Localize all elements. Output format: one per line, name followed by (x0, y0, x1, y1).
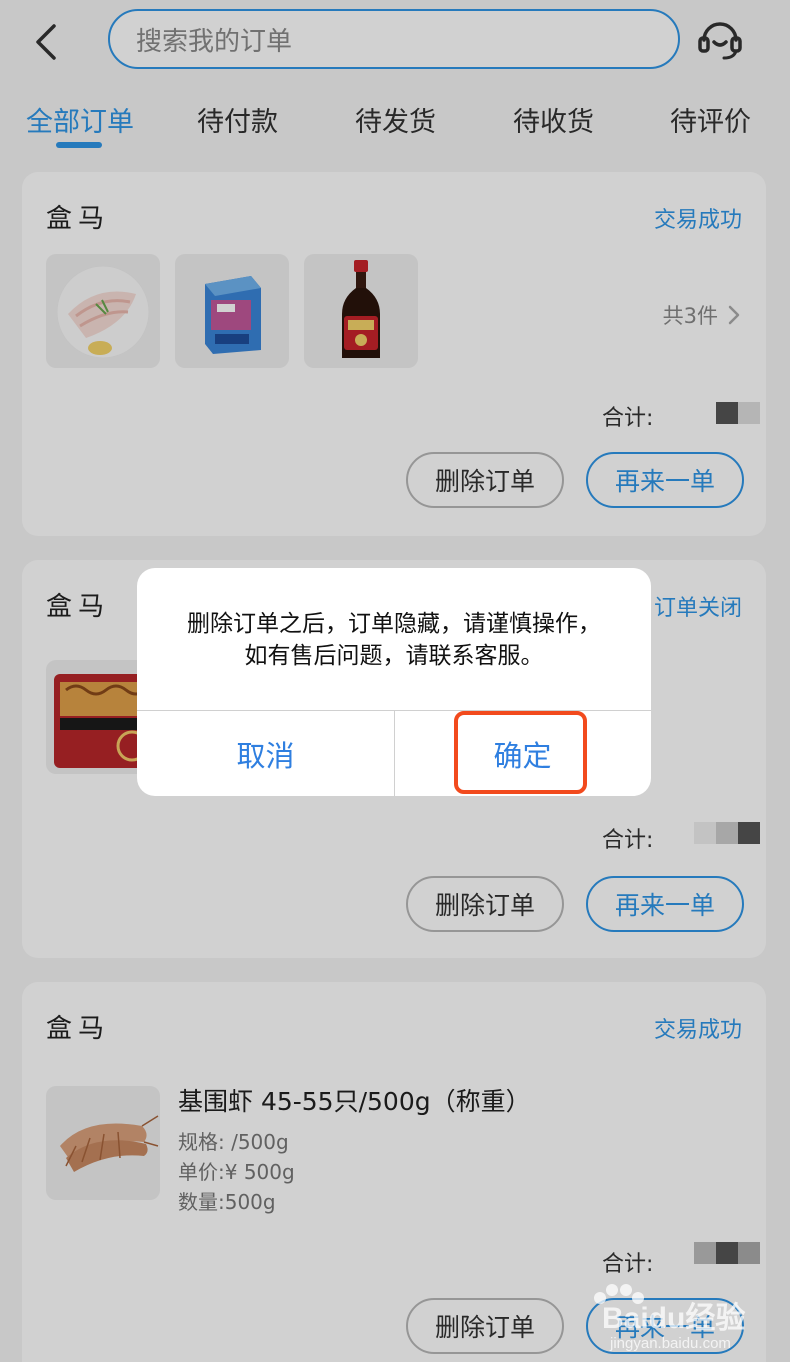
watermark-url: jingyan.baidu.com (609, 1335, 731, 1352)
confirm-highlight-annotation (454, 711, 587, 794)
dialog-cancel-button[interactable]: 取消 (137, 711, 394, 796)
dialog-message: 删除订单之后，订单隐藏，请谨慎操作，如有售后问题，请联系客服。 (187, 611, 601, 669)
baidu-jingyan-watermark: Baidu经验 jingyan.baidu.com (594, 1284, 745, 1352)
watermark-brand: Baidu经验 (602, 1301, 745, 1335)
